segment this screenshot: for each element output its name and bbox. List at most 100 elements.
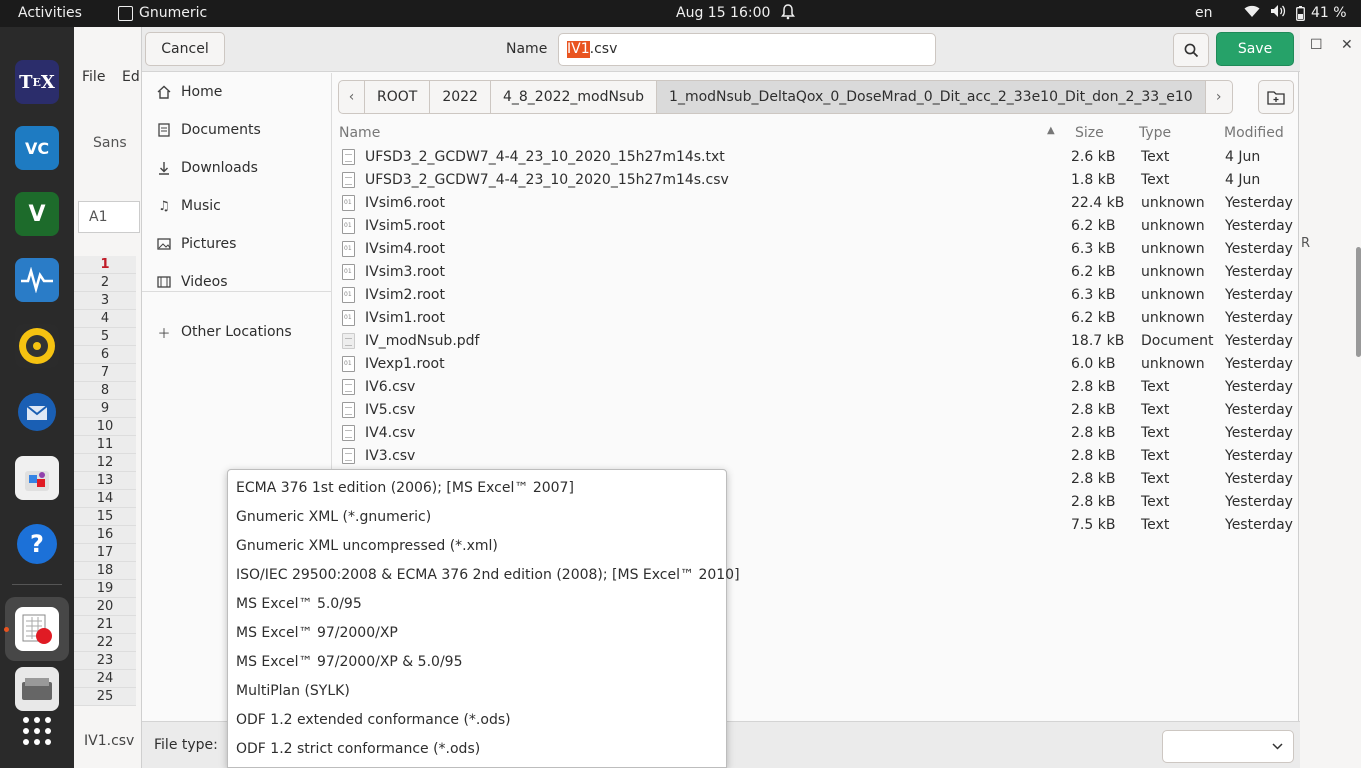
file-type-option[interactable]: Gnumeric XML uncompressed (*.xml) xyxy=(236,538,498,554)
row-number[interactable]: 9 xyxy=(74,400,136,418)
text-file-icon xyxy=(342,172,355,188)
file-row[interactable]: IVsim1.root 6.2 kB unknown Yesterday xyxy=(333,307,1300,330)
sidebar-item-home[interactable]: Home xyxy=(142,73,332,111)
row-number[interactable]: 8 xyxy=(74,382,136,400)
search-button[interactable] xyxy=(1173,33,1209,67)
vim-icon[interactable]: V xyxy=(15,192,59,236)
row-number[interactable]: 6 xyxy=(74,346,136,364)
file-type-option[interactable]: ODF 1.2 extended conformance (*.ods) xyxy=(236,712,511,728)
column-size[interactable]: Size xyxy=(1075,125,1104,141)
app-grid-icon[interactable] xyxy=(15,709,59,753)
app-menu[interactable]: Gnumeric xyxy=(118,5,207,21)
sidebar-item-music[interactable]: ♫ Music xyxy=(142,187,332,225)
file-row[interactable]: UFSD3_2_GCDW7_4-4_23_10_2020_15h27m14s.c… xyxy=(333,169,1300,192)
row-number[interactable]: 7 xyxy=(74,364,136,382)
row-number[interactable]: 22 xyxy=(74,634,136,652)
column-modified[interactable]: Modified xyxy=(1224,125,1284,141)
file-type: Text xyxy=(1141,494,1170,510)
menu-edit[interactable]: Ed xyxy=(122,69,140,85)
scrollbar[interactable] xyxy=(1356,247,1361,357)
row-number[interactable]: 14 xyxy=(74,490,136,508)
file-type-option[interactable]: MS Excel™ 5.0/95 xyxy=(236,596,362,612)
path-crumb-current[interactable]: 1_modNsub_DeltaQox_0_DoseMrad_0_Dit_acc_… xyxy=(657,81,1206,113)
sidebar-item-documents[interactable]: Documents xyxy=(142,111,332,149)
file-row[interactable]: UFSD3_2_GCDW7_4-4_23_10_2020_15h27m14s.t… xyxy=(333,146,1300,169)
row-number[interactable]: 15 xyxy=(74,508,136,526)
row-number[interactable]: 21 xyxy=(74,616,136,634)
thunderbird-icon[interactable] xyxy=(15,390,59,434)
dock: TEX VC V ? xyxy=(0,27,74,768)
row-number[interactable]: 23 xyxy=(74,652,136,670)
row-number[interactable]: 13 xyxy=(74,472,136,490)
file-row[interactable]: IV5.csv 2.8 kB Text Yesterday xyxy=(333,399,1300,422)
menu-file[interactable]: File xyxy=(82,69,105,85)
sheet-tab[interactable]: IV1.csv xyxy=(84,733,134,749)
cancel-button[interactable]: Cancel xyxy=(145,32,225,66)
row-number[interactable]: 24 xyxy=(74,670,136,688)
file-type-option[interactable]: MS Excel™ 97/2000/XP & 5.0/95 xyxy=(236,654,462,670)
files-icon[interactable] xyxy=(15,667,59,711)
row-number[interactable]: 25 xyxy=(74,688,136,706)
path-crumb[interactable]: ROOT xyxy=(365,81,431,113)
cell-reference[interactable]: A1 xyxy=(78,201,140,233)
font-name[interactable]: Sans xyxy=(93,135,127,151)
file-type-option[interactable]: ECMA 376 1st edition (2006); [MS Excel™ … xyxy=(236,480,574,496)
language-indicator[interactable]: en xyxy=(1195,5,1213,21)
sidebar-item-downloads[interactable]: Downloads xyxy=(142,149,332,187)
file-row[interactable]: IV4.csv 2.8 kB Text Yesterday xyxy=(333,422,1300,445)
clock[interactable]: Aug 15 16:00 xyxy=(676,5,770,21)
gnumeric-icon[interactable] xyxy=(15,607,59,651)
software-center-icon[interactable] xyxy=(15,456,59,500)
sidebar-item-other-locations[interactable]: ＋ Other Locations xyxy=(142,313,332,351)
maximize-icon[interactable]: ☐ xyxy=(1310,37,1323,53)
file-row[interactable]: IVsim4.root 6.3 kB unknown Yesterday xyxy=(333,238,1300,261)
file-type-option[interactable]: ISO/IEC 29500:2008 & ECMA 376 2nd editio… xyxy=(236,567,740,583)
vscode-icon[interactable]: VC xyxy=(15,126,59,170)
file-type-option[interactable]: MultiPlan (SYLK) xyxy=(236,683,350,699)
row-number[interactable]: 3 xyxy=(74,292,136,310)
row-number[interactable]: 19 xyxy=(74,580,136,598)
system-tray[interactable]: 41 % xyxy=(1244,4,1347,22)
help-icon[interactable]: ? xyxy=(15,522,59,566)
file-row[interactable]: IV3.csv 2.8 kB Text Yesterday xyxy=(333,445,1300,468)
path-crumb[interactable]: 4_8_2022_modNsub xyxy=(491,81,658,113)
filter-dropdown[interactable] xyxy=(1162,730,1294,763)
close-icon[interactable]: ✕ xyxy=(1341,37,1353,53)
sidebar-item-pictures[interactable]: Pictures xyxy=(142,225,332,263)
new-folder-button[interactable] xyxy=(1258,80,1294,114)
file-row[interactable]: IVsim3.root 6.2 kB unknown Yesterday xyxy=(333,261,1300,284)
file-type-option[interactable]: ODF 1.2 strict conformance (*.ods) xyxy=(236,741,480,757)
system-monitor-icon[interactable] xyxy=(15,258,59,302)
rhythmbox-icon[interactable] xyxy=(15,324,59,368)
row-number[interactable]: 2 xyxy=(74,274,136,292)
file-row[interactable]: IV6.csv 2.8 kB Text Yesterday xyxy=(333,376,1300,399)
row-number[interactable]: 11 xyxy=(74,436,136,454)
row-number[interactable]: 10 xyxy=(74,418,136,436)
texstudio-icon[interactable]: TEX xyxy=(15,60,59,104)
activities-button[interactable]: Activities xyxy=(18,5,82,21)
file-size: 18.7 kB xyxy=(1071,333,1125,349)
row-number[interactable]: 12 xyxy=(74,454,136,472)
file-row[interactable]: IVsim5.root 6.2 kB unknown Yesterday xyxy=(333,215,1300,238)
path-crumb[interactable]: 2022 xyxy=(430,81,491,113)
filename-input[interactable]: IV1 .csv xyxy=(558,33,936,66)
file-row[interactable]: IVexp1.root 6.0 kB unknown Yesterday xyxy=(333,353,1300,376)
path-forward-button[interactable]: › xyxy=(1206,81,1232,113)
sidebar-item-videos[interactable]: Videos xyxy=(142,263,332,301)
file-type-option[interactable]: MS Excel™ 97/2000/XP xyxy=(236,625,398,641)
row-number[interactable]: 16 xyxy=(74,526,136,544)
column-name[interactable]: Name xyxy=(339,125,380,141)
row-number[interactable]: 4 xyxy=(74,310,136,328)
file-row[interactable]: IV_modNsub.pdf 18.7 kB Document Yesterday xyxy=(333,330,1300,353)
path-back-button[interactable]: ‹ xyxy=(339,81,365,113)
row-number[interactable]: 5 xyxy=(74,328,136,346)
save-button[interactable]: Save xyxy=(1216,32,1294,66)
row-number[interactable]: 17 xyxy=(74,544,136,562)
file-type-option[interactable]: Gnumeric XML (*.gnumeric) xyxy=(236,509,431,525)
row-number[interactable]: 20 xyxy=(74,598,136,616)
row-number[interactable]: 18 xyxy=(74,562,136,580)
row-number[interactable]: 1 xyxy=(74,256,136,274)
file-row[interactable]: IVsim6.root 22.4 kB unknown Yesterday xyxy=(333,192,1300,215)
file-row[interactable]: IVsim2.root 6.3 kB unknown Yesterday xyxy=(333,284,1300,307)
column-type[interactable]: Type xyxy=(1139,125,1171,141)
